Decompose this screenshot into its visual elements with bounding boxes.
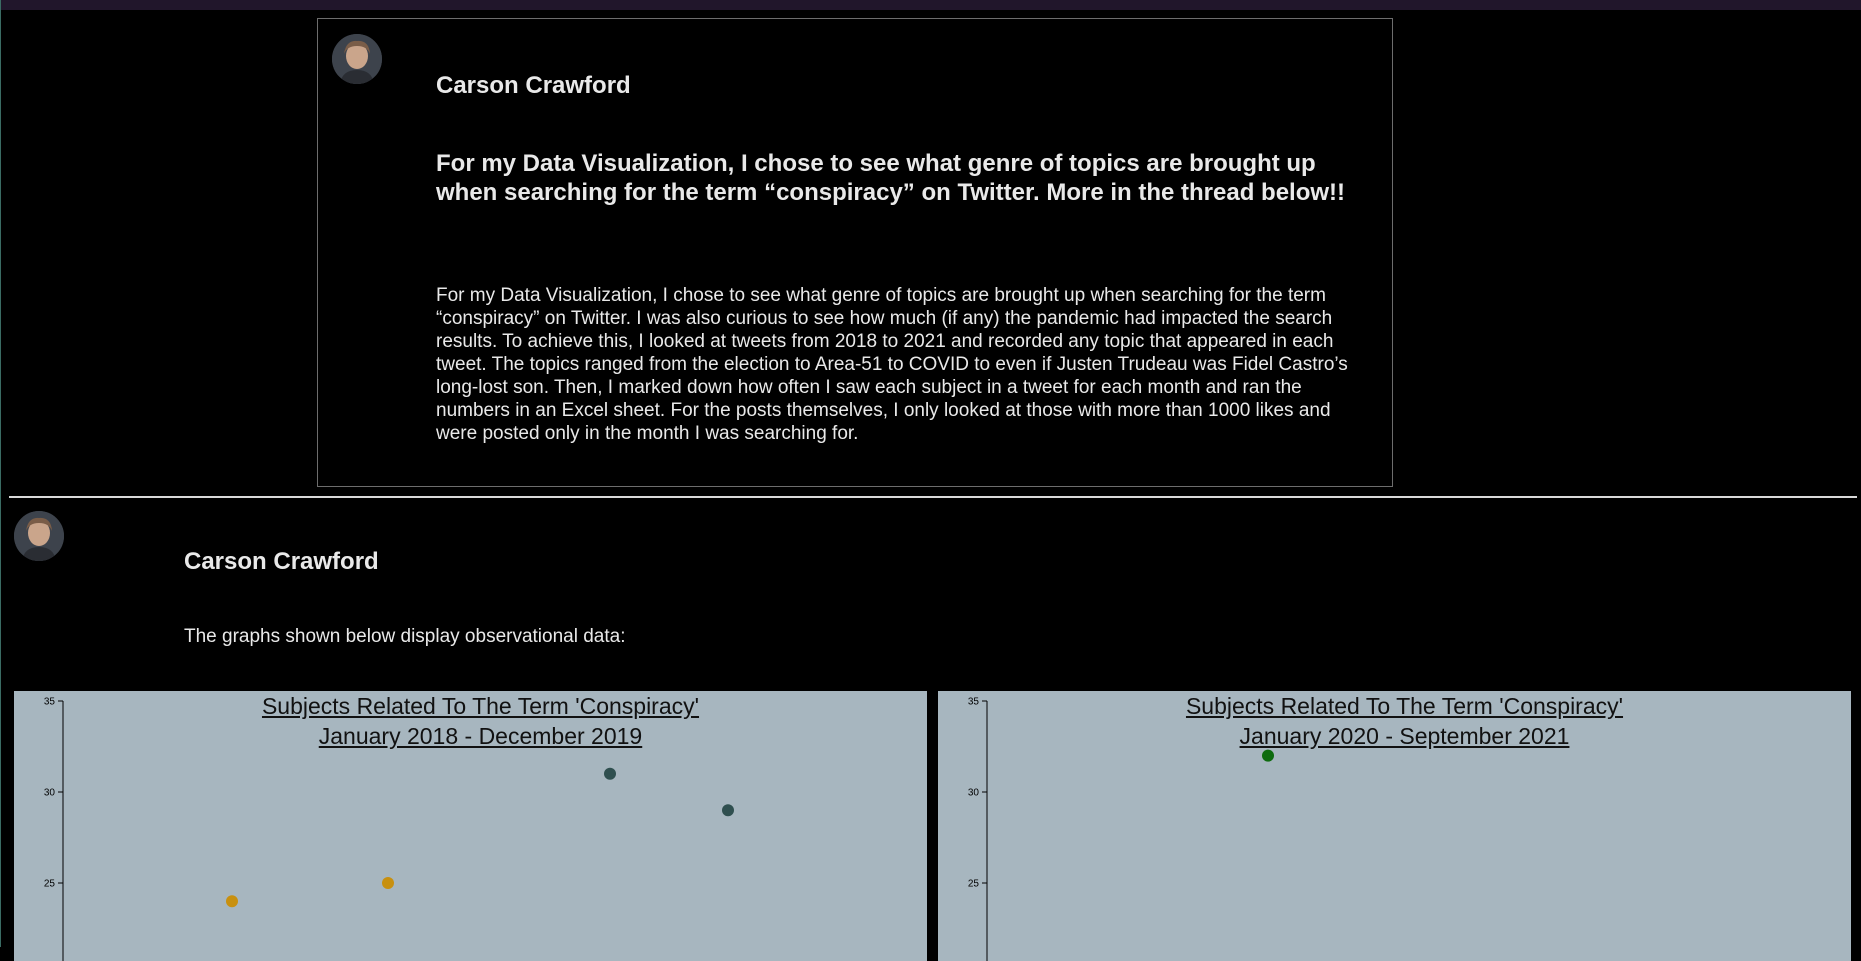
y-tick-label: 25 [44,879,56,890]
avatar[interactable] [332,34,382,84]
chart-title: Subjects Related To The Term 'Conspiracy… [1098,691,1711,751]
y-tick-label: 25 [968,879,980,890]
data-point[interactable] [226,895,238,908]
chart-title-line2: January 2018 - December 2019 [318,723,643,749]
data-point[interactable] [722,804,734,817]
left-edge-line [0,0,1,947]
profile-photo-icon [14,511,64,561]
profile-photo-icon [332,34,382,84]
chart-title-line1: Subjects Related To The Term 'Conspiracy… [261,693,700,719]
post-text: The graphs shown below display observati… [184,626,626,647]
y-tick-label: 35 [968,697,980,708]
y-tick-label: 30 [44,788,56,799]
chart-panel-2020-2021: 25 30 35 Subjects Related To The Term 'Con… [938,691,1851,961]
top-bar [0,0,1861,10]
data-point[interactable] [382,877,394,889]
chart-title-line1: Subjects Related To The Term 'Conspiracy… [1185,693,1624,719]
post-headline: For my Data Visualization, I chose to se… [436,150,1346,206]
avatar[interactable] [14,511,64,561]
post-author[interactable]: Carson Crawford [184,548,379,576]
post-body: For my Data Visualization, I chose to se… [436,285,1348,444]
y-tick-label: 35 [44,697,56,708]
data-point[interactable] [604,767,616,780]
chart-title: Subjects Related To The Term 'Conspiracy… [174,691,787,751]
thread-divider [9,496,1857,498]
post-card: Carson Crawford For my Data Visualizatio… [317,18,1393,487]
post-author[interactable]: Carson Crawford [436,72,631,100]
chart-panel-2018-2019: 25 30 35 Subjects Related To The Term 'Con… [14,691,927,961]
chart-title-line2: January 2020 - September 2021 [1239,723,1570,749]
data-point[interactable] [1262,749,1274,762]
y-tick-label: 30 [968,788,980,799]
